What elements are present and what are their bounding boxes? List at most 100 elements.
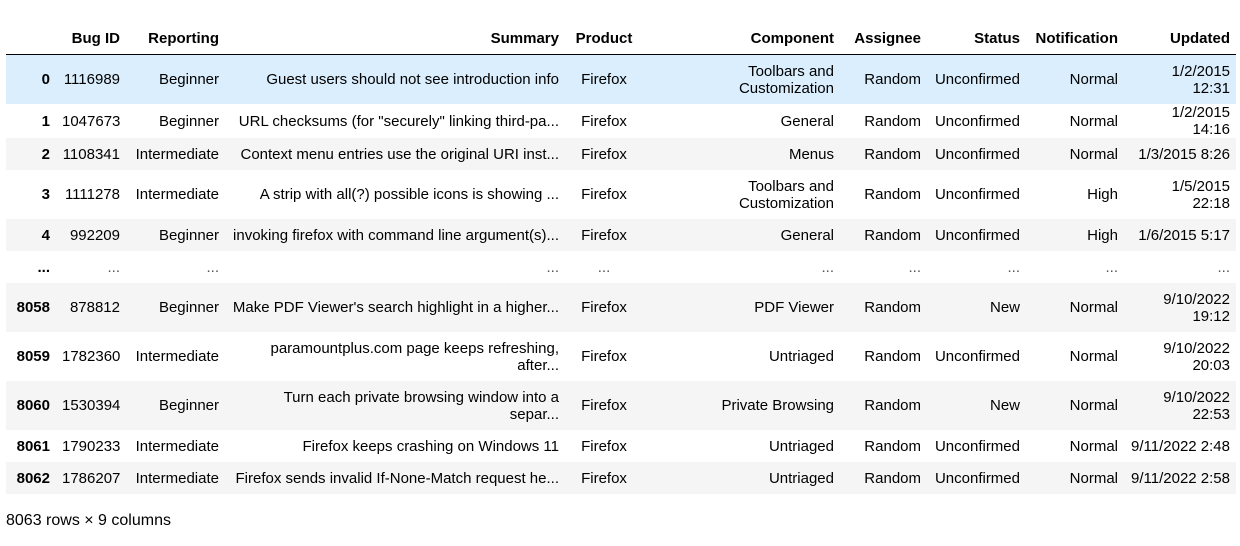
row-index-cell: 8059	[16, 348, 50, 365]
column-header-notification[interactable]: Notification	[1026, 22, 1124, 55]
cell-reporting: Intermediate	[135, 437, 219, 455]
cell-summary: paramountplus.com page keeps refreshing,…	[270, 339, 559, 374]
cell-reporting: Intermediate	[135, 348, 219, 365]
cell-updated: 9/10/2022 20:03	[1163, 339, 1230, 374]
cell-reporting: Beginner	[158, 112, 219, 130]
cell-assignee: ...	[908, 258, 921, 276]
row-index-cell: 8061	[16, 437, 50, 455]
cell-summary: Context menu entries use the original UR…	[240, 145, 560, 163]
cell-bug-id: 1111278	[64, 186, 120, 203]
cell-product: Firefox	[581, 397, 627, 414]
cell-bug-id: ...	[107, 258, 120, 276]
cell-summary: Firefox sends invalid If-None-Match requ…	[235, 469, 559, 487]
cell-product: Firefox	[581, 145, 627, 163]
cell-component: ...	[821, 258, 834, 276]
header-row: Bug ID Reporting Summary Product Compone…	[6, 22, 1236, 55]
row-index-cell: 0	[41, 71, 50, 88]
cell-summary: Firefox keeps crashing on Windows 11	[302, 437, 559, 455]
cell-component: Toolbars and Customization	[738, 177, 834, 212]
cell-status: Unconfirmed	[934, 186, 1020, 203]
column-header-product[interactable]: Product	[565, 22, 643, 55]
cell-notification: Normal	[1069, 469, 1118, 487]
table-body: 0 1116989 Beginner Guest users should not s…	[6, 54, 1236, 494]
column-header-component[interactable]: Component	[643, 22, 840, 55]
cell-status: Unconfirmed	[934, 71, 1020, 88]
cell-reporting: Beginner	[158, 397, 219, 414]
table-row[interactable]: 8061 1790233 Intermediate Firefox keeps cra…	[6, 430, 1236, 462]
cell-notification: High	[1087, 186, 1118, 203]
cell-status: ...	[1007, 258, 1020, 276]
cell-updated: 9/11/2022 2:48	[1131, 437, 1230, 455]
cell-summary: Turn each private browsing window into a…	[283, 388, 559, 423]
row-index-cell: ...	[37, 258, 50, 276]
cell-product: Firefox	[581, 112, 627, 130]
cell-component: Private Browsing	[721, 397, 834, 414]
cell-updated: 1/3/2015 8:26	[1138, 145, 1230, 163]
cell-status: Unconfirmed	[934, 469, 1020, 487]
table-row[interactable]: ..............................	[6, 251, 1236, 283]
cell-component: Toolbars and Customization	[738, 62, 834, 97]
cell-status: Unconfirmed	[934, 112, 1020, 130]
cell-assignee: Random	[864, 226, 921, 244]
cell-component: Untriaged	[768, 469, 834, 487]
cell-bug-id: 1782360	[62, 348, 121, 365]
cell-assignee: Random	[864, 186, 921, 203]
table-row[interactable]: 8059 1782360 Intermediate paramountplus.com…	[6, 332, 1236, 381]
row-index-cell: 4	[41, 226, 50, 244]
row-index-cell: 2	[41, 145, 50, 163]
cell-component: PDF Viewer	[754, 299, 834, 316]
cell-bug-id: 1047673	[62, 112, 121, 130]
column-header-summary[interactable]: Summary	[225, 22, 565, 55]
cell-notification: Normal	[1069, 145, 1118, 163]
cell-updated: ...	[1217, 258, 1230, 276]
cell-product: Firefox	[581, 469, 627, 487]
cell-status: Unconfirmed	[934, 348, 1020, 365]
cell-bug-id: 1786207	[62, 469, 121, 487]
cell-product: ...	[597, 258, 611, 276]
cell-product: Firefox	[581, 437, 627, 455]
cell-bug-id: 1108341	[62, 145, 120, 163]
column-header-updated[interactable]: Updated	[1124, 22, 1236, 55]
row-index-cell: 8058	[16, 299, 50, 316]
column-header-bug-id[interactable]: Bug ID	[56, 22, 126, 55]
cell-product: Firefox	[581, 226, 627, 244]
column-header-assignee[interactable]: Assignee	[840, 22, 927, 55]
cell-updated: 1/6/2015 5:17	[1138, 226, 1230, 244]
cell-status: Unconfirmed	[934, 145, 1020, 163]
table-row[interactable]: 8062 1786207 Intermediate Firefox sends inv…	[6, 462, 1236, 494]
cell-assignee: Random	[864, 299, 921, 316]
table-row[interactable]: 1 1047673 Beginner URL checksums (for "secu…	[6, 104, 1236, 138]
dataframe-table: Bug ID Reporting Summary Product Compone…	[6, 22, 1236, 494]
row-index-cell: 1	[41, 112, 50, 130]
cell-summary: invoking firefox with command line argum…	[233, 226, 559, 244]
cell-reporting: Intermediate	[135, 145, 219, 163]
row-index-cell: 8060	[16, 397, 50, 414]
cell-bug-id: 878812	[69, 299, 120, 316]
dataframe-view: Bug ID Reporting Summary Product Compone…	[6, 22, 1236, 494]
cell-component: General	[780, 226, 834, 244]
cell-summary: Make PDF Viewer's search highlight in a …	[232, 299, 559, 316]
table-row[interactable]: 2 1108341 Intermediate Context menu entries…	[6, 138, 1236, 170]
cell-bug-id: 1790233	[62, 437, 121, 455]
cell-status: New	[989, 397, 1020, 414]
table-shape-caption: 8063 rows × 9 columns	[6, 512, 171, 529]
cell-updated: 1/2/2015 14:16	[1171, 104, 1230, 138]
cell-summary: Guest users should not see introduction …	[266, 71, 559, 88]
cell-notification: Normal	[1069, 299, 1118, 316]
cell-assignee: Random	[864, 348, 921, 365]
cell-summary: URL checksums (for "securely" linking th…	[238, 112, 559, 130]
column-header-status[interactable]: Status	[927, 22, 1026, 55]
table-row[interactable]: 4 992209 Beginner invoking firefox with com…	[6, 219, 1236, 251]
table-row[interactable]: 3 1111278 Intermediate A strip with all(?) …	[6, 170, 1236, 219]
cell-product: Firefox	[581, 186, 627, 203]
cell-bug-id: 1530394	[62, 397, 121, 414]
table-row[interactable]: 8058 878812 Beginner Make PDF Viewer's sear…	[6, 283, 1236, 332]
table-row[interactable]: 8060 1530394 Beginner Turn each private bro…	[6, 381, 1236, 430]
cell-status: New	[989, 299, 1020, 316]
table-row[interactable]: 0 1116989 Beginner Guest users should not s…	[6, 54, 1236, 104]
row-index-cell: 3	[41, 186, 50, 203]
cell-assignee: Random	[864, 469, 921, 487]
cell-updated: 9/10/2022 22:53	[1163, 388, 1230, 423]
cell-status: Unconfirmed	[934, 226, 1020, 244]
column-header-reporting[interactable]: Reporting	[126, 22, 225, 55]
